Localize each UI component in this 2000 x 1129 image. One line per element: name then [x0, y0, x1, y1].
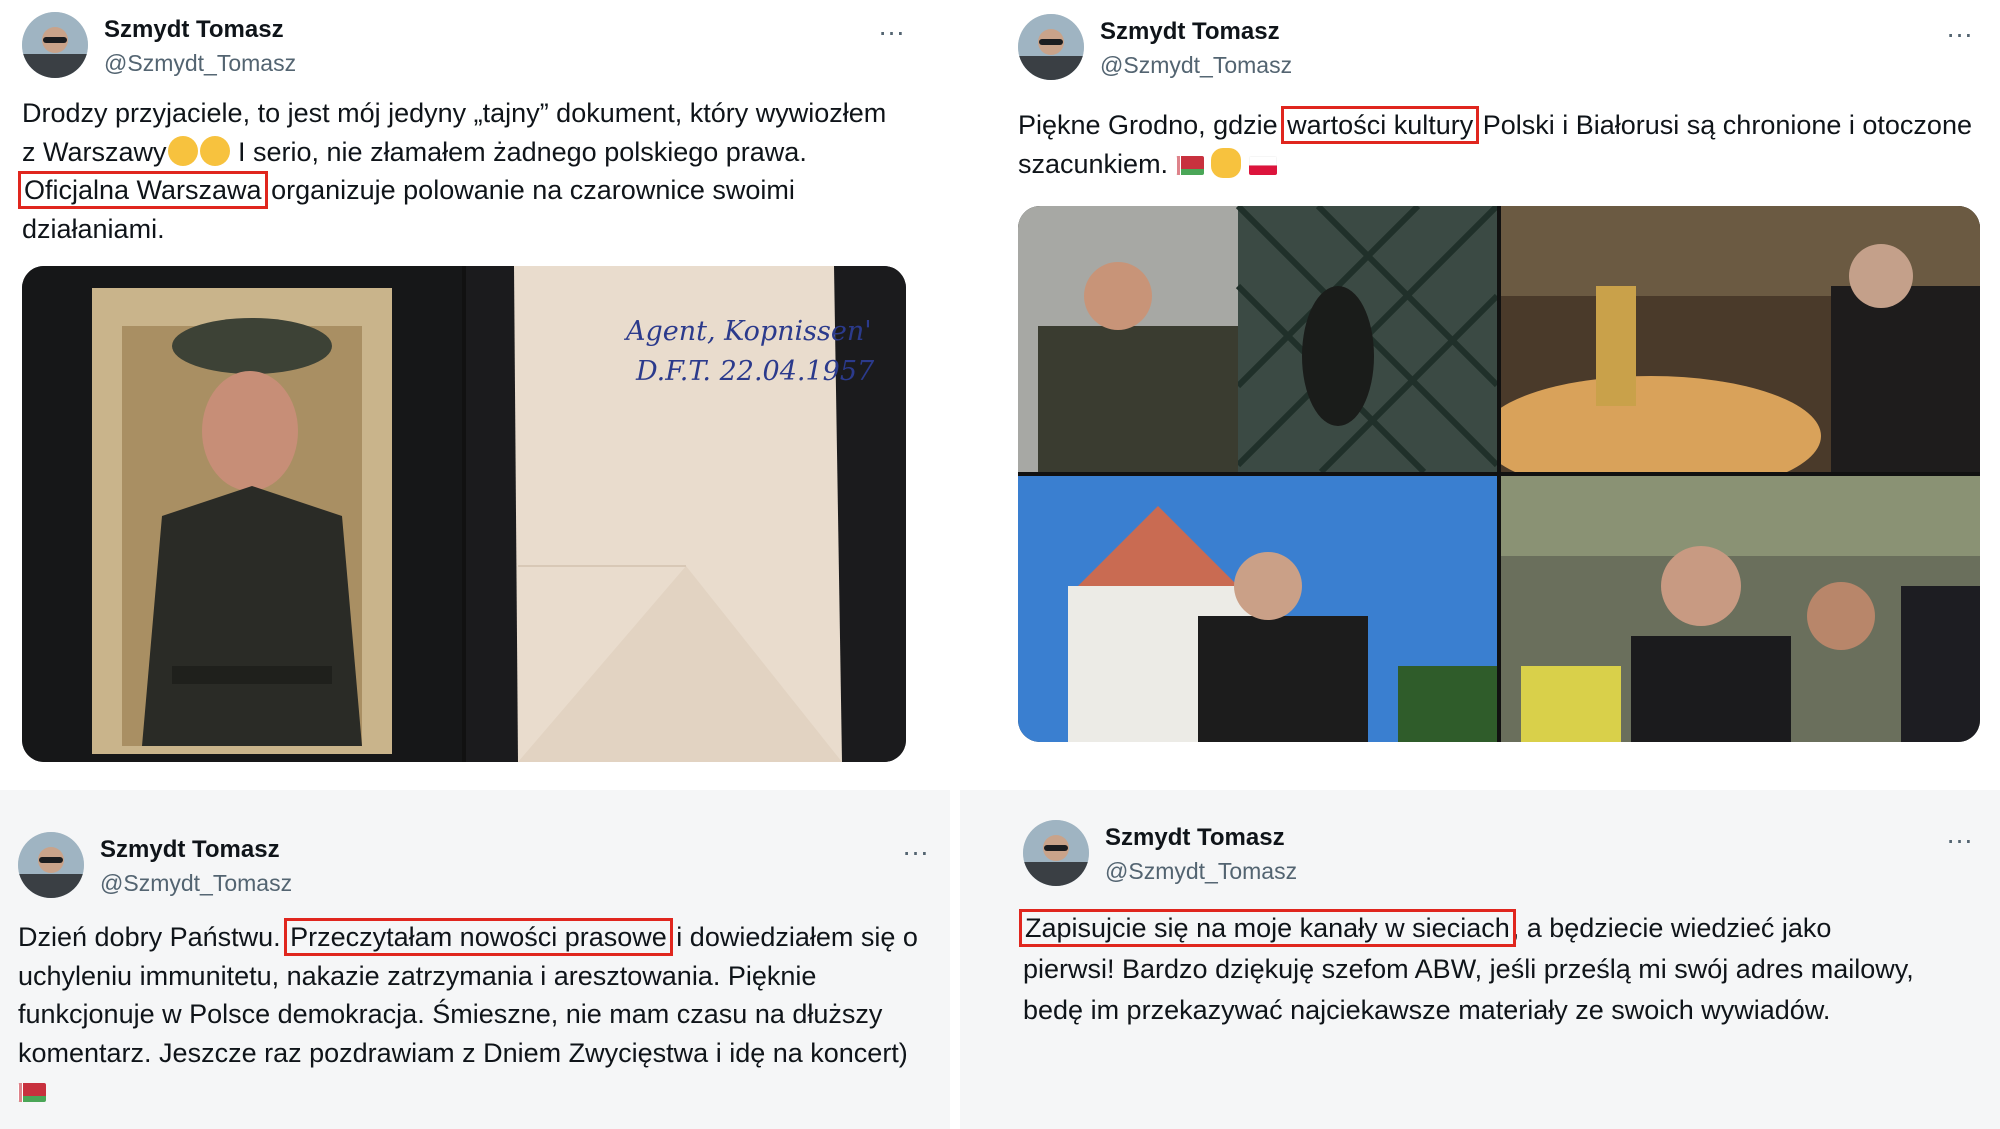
more-options-icon[interactable]: …: [896, 832, 936, 866]
more-options-icon[interactable]: …: [872, 12, 912, 46]
laughing-emoji-icon: [199, 135, 230, 166]
author-handle[interactable]: @Szmydt_Tomasz: [1100, 52, 1292, 79]
belarus-flag-icon: [18, 1083, 46, 1102]
author-handle[interactable]: @Szmydt_Tomasz: [104, 50, 296, 77]
author-name[interactable]: Szmydt Tomasz: [1105, 824, 1285, 852]
highlighted-phrase: Przeczytałam nowości prasowe: [284, 918, 673, 956]
crowd-photo[interactable]: [1501, 476, 1980, 742]
tweet-header: Szmydt Tomasz @Szmydt_Tomasz …: [1018, 14, 1980, 84]
text-part: Dzień dobry Państwu.: [18, 922, 289, 952]
tweet-text: Zapisujcie się na moje kanały w sieciach…: [1019, 908, 1923, 1031]
avatar[interactable]: [1023, 820, 1089, 886]
gate-photo[interactable]: [1018, 206, 1497, 472]
text-part: Piękne Grodno, gdzie: [1018, 110, 1286, 140]
author-name[interactable]: Szmydt Tomasz: [104, 16, 284, 44]
tweet-media[interactable]: Agent, Kopnissen' D.F.T. 22.04.1957: [22, 266, 906, 762]
note-line-1: Agent, Kopnissen': [626, 316, 872, 347]
tweet-text: Dzień dobry Państwu. Przeczytałam nowośc…: [18, 918, 936, 1111]
belarus-flag-icon: [1175, 155, 1204, 175]
avatar[interactable]: [22, 12, 88, 78]
author-name[interactable]: Szmydt Tomasz: [100, 836, 280, 864]
handshake-icon: [1210, 147, 1241, 178]
text-part: I serio, nie złamałem żadnego polskiego …: [230, 136, 807, 167]
avatar[interactable]: [18, 832, 84, 898]
poland-flag-icon: [1249, 155, 1278, 175]
tweet-card-1[interactable]: Szmydt Tomasz @Szmydt_Tomasz … Drodzy pr…: [18, 12, 912, 772]
avatar[interactable]: [1018, 14, 1084, 80]
tweet-header: Szmydt Tomasz @Szmydt_Tomasz …: [22, 12, 912, 82]
tweet-card-4[interactable]: Szmydt Tomasz @Szmydt_Tomasz … Zapisujci…: [1019, 820, 1980, 1110]
highlighted-phrase: Zapisujcie się na moje kanały w sieciach: [1019, 909, 1516, 947]
author-name[interactable]: Szmydt Tomasz: [1100, 18, 1280, 46]
author-handle[interactable]: @Szmydt_Tomasz: [1105, 858, 1297, 885]
tweet-text: Piękne Grodno, gdzie wartości kultury Po…: [1018, 106, 1980, 183]
church-candles-photo[interactable]: [1501, 206, 1980, 472]
note-line-2: D.F.T. 22.04.1957: [636, 356, 875, 387]
castle-photo[interactable]: [1018, 476, 1497, 742]
tweet-text: Drodzy przyjaciele, to jest mój jedyny „…: [18, 94, 902, 248]
more-options-icon[interactable]: …: [1940, 14, 1980, 48]
tweet-header: Szmydt Tomasz @Szmydt_Tomasz …: [18, 832, 936, 902]
tweet-card-2[interactable]: Szmydt Tomasz @Szmydt_Tomasz … Piękne Gr…: [1018, 14, 1980, 754]
author-handle[interactable]: @Szmydt_Tomasz: [100, 870, 292, 897]
portrait-photo[interactable]: [22, 266, 462, 762]
more-options-icon[interactable]: …: [1940, 820, 1980, 854]
tweet-media[interactable]: [1018, 206, 1980, 742]
highlighted-phrase: Oficjalna Warszawa: [18, 171, 268, 209]
tweet-card-3[interactable]: Szmydt Tomasz @Szmydt_Tomasz … Dzień dob…: [18, 832, 936, 1122]
tweet-header: Szmydt Tomasz @Szmydt_Tomasz …: [1023, 820, 1980, 890]
highlighted-phrase: wartości kultury: [1281, 106, 1480, 144]
laughing-emoji-icon: [167, 135, 198, 166]
handwritten-note-photo[interactable]: Agent, Kopnissen' D.F.T. 22.04.1957: [466, 266, 906, 762]
